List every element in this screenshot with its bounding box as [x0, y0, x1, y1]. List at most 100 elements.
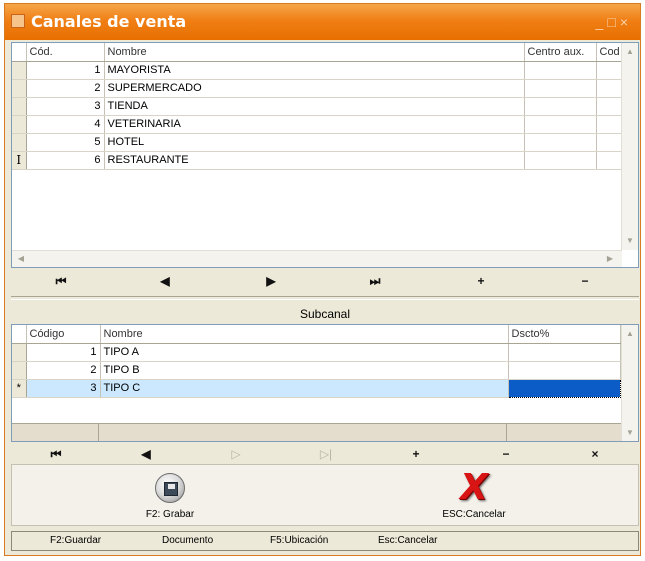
channels-window: Canales de venta _□× Cód. Nombre Centro … [4, 3, 641, 556]
delete-record-button[interactable]: − [535, 270, 635, 292]
minimize-button[interactable]: _ [596, 14, 608, 30]
scroll-down-icon[interactable]: ▼ [622, 233, 638, 249]
last-record-button[interactable]: ▷| [281, 443, 371, 465]
row-selector[interactable] [12, 115, 27, 134]
cell-discount[interactable] [508, 361, 621, 380]
cell-aux-center[interactable] [524, 79, 597, 98]
cell-code[interactable]: 2 [26, 361, 101, 380]
row-selector[interactable] [12, 343, 27, 362]
row-selector-cursor[interactable]: I [12, 151, 27, 170]
section-divider [11, 296, 639, 300]
table-row[interactable]: 2 SUPERMERCADO [12, 79, 624, 98]
cell-name[interactable]: VETERINARIA [104, 115, 525, 134]
row-selector-header [12, 325, 27, 344]
cell-name[interactable]: TIPO A [100, 343, 509, 362]
cell-cod[interactable] [596, 133, 624, 152]
cancel-edit-button[interactable]: × [551, 443, 639, 465]
status-save-hint: F2:Guardar [50, 535, 102, 546]
cell-aux-center[interactable] [524, 97, 597, 116]
table-row[interactable]: 3 TIENDA [12, 97, 624, 116]
cell-cod[interactable] [596, 151, 624, 170]
save-button[interactable]: F2: Grabar [110, 469, 230, 523]
row-selector[interactable] [12, 133, 27, 152]
table-row[interactable]: 5 HOTEL [12, 133, 624, 152]
previous-record-button[interactable]: ◀ [115, 270, 215, 292]
cell-code[interactable]: 4 [26, 115, 105, 134]
cell-name[interactable]: TIPO B [100, 361, 509, 380]
scroll-right-icon[interactable]: ▶ [602, 251, 618, 267]
column-header-code[interactable]: Cód. [26, 43, 105, 62]
add-record-button[interactable]: + [371, 443, 461, 465]
subchannel-grid[interactable]: Código Nombre Dscto% 1 TIPO A 2 TIPO B *… [11, 324, 639, 442]
cell-name[interactable]: MAYORISTA [104, 61, 525, 80]
cell-cod[interactable] [596, 97, 624, 116]
save-button-label: F2: Grabar [145, 509, 195, 520]
cell-code[interactable]: 1 [26, 343, 101, 362]
cell-name[interactable]: RESTAURANTE [104, 151, 525, 170]
table-row[interactable]: 1 MAYORISTA [12, 61, 624, 80]
cell-aux-center[interactable] [524, 61, 597, 80]
maximize-button[interactable]: □ [607, 14, 619, 30]
column-header-aux-center[interactable]: Centro aux. [524, 43, 597, 62]
cell-code[interactable]: 1 [26, 61, 105, 80]
row-selector[interactable] [12, 61, 27, 80]
first-record-button[interactable]: ⏮ [11, 270, 111, 292]
title-bar[interactable]: Canales de venta _□× [5, 4, 640, 40]
cancel-x-icon: X [460, 467, 488, 508]
scroll-up-icon[interactable]: ▲ [622, 326, 638, 342]
column-header-name[interactable]: Nombre [104, 43, 525, 62]
cell-code[interactable]: 3 [26, 97, 105, 116]
next-record-button[interactable]: ▶ [221, 270, 321, 292]
table-row[interactable]: 1 TIPO A [12, 343, 621, 362]
row-selector[interactable] [12, 97, 27, 116]
app-icon [11, 14, 25, 28]
channels-navigator: ⏮ ◀ ▶ ⏭ + − [11, 270, 639, 294]
table-row-active[interactable]: * 3 TIPO C [12, 378, 621, 398]
first-record-button[interactable]: ⏮ [11, 443, 101, 465]
cell-aux-center[interactable] [524, 115, 597, 134]
column-header-discount[interactable]: Dscto% [508, 325, 621, 344]
status-location-hint: F5:Ubicación [270, 535, 329, 546]
table-row[interactable]: 2 TIPO B [12, 361, 621, 380]
table-row[interactable]: I 6 RESTAURANTE [12, 151, 624, 170]
delete-record-button[interactable]: − [461, 443, 551, 465]
table-row[interactable]: 4 VETERINARIA [12, 115, 624, 134]
last-record-button[interactable]: ⏭ [325, 270, 425, 292]
cell-cod[interactable] [596, 115, 624, 134]
cell-code[interactable]: 6 [26, 151, 105, 170]
scroll-down-icon[interactable]: ▼ [622, 425, 638, 441]
cell-cod[interactable] [596, 61, 624, 80]
column-header-name[interactable]: Nombre [100, 325, 509, 344]
cell-discount-selected[interactable] [507, 378, 621, 398]
cell-aux-center[interactable] [524, 151, 597, 170]
window-title: Canales de venta [31, 12, 187, 31]
cell-code[interactable]: 2 [26, 79, 105, 98]
add-record-button[interactable]: + [431, 270, 531, 292]
cell-name[interactable]: TIENDA [104, 97, 525, 116]
cancel-button[interactable]: X ESC:Cancelar [414, 469, 534, 523]
channels-horizontal-scrollbar[interactable]: ◀ ▶ [12, 250, 622, 267]
cell-name[interactable]: HOTEL [104, 133, 525, 152]
cell-name[interactable]: SUPERMERCADO [104, 79, 525, 98]
save-disk-icon [155, 473, 185, 503]
channels-grid[interactable]: Cód. Nombre Centro aux. Cod 1 MAYORISTA … [11, 42, 639, 268]
cell-discount[interactable] [508, 343, 621, 362]
row-selector[interactable] [12, 79, 27, 98]
subchannel-vertical-scrollbar[interactable]: ▲ ▼ [621, 325, 638, 441]
row-selector-new[interactable]: * [12, 379, 27, 398]
cell-cod[interactable] [596, 79, 624, 98]
column-header-cod[interactable]: Cod [596, 43, 624, 62]
cancel-button-label: ESC:Cancelar [442, 509, 506, 520]
row-selector[interactable] [12, 361, 27, 380]
cell-code[interactable]: 3 [26, 379, 101, 398]
previous-record-button[interactable]: ◀ [101, 443, 191, 465]
cell-name[interactable]: TIPO C [100, 379, 509, 398]
cell-aux-center[interactable] [524, 133, 597, 152]
close-button[interactable]: × [620, 14, 632, 30]
next-record-button[interactable]: ▷ [191, 443, 281, 465]
scroll-left-icon[interactable]: ◀ [13, 251, 29, 267]
cell-code[interactable]: 5 [26, 133, 105, 152]
scroll-up-icon[interactable]: ▲ [622, 44, 638, 60]
channels-vertical-scrollbar[interactable]: ▲ ▼ [621, 43, 638, 250]
column-header-code[interactable]: Código [26, 325, 101, 344]
